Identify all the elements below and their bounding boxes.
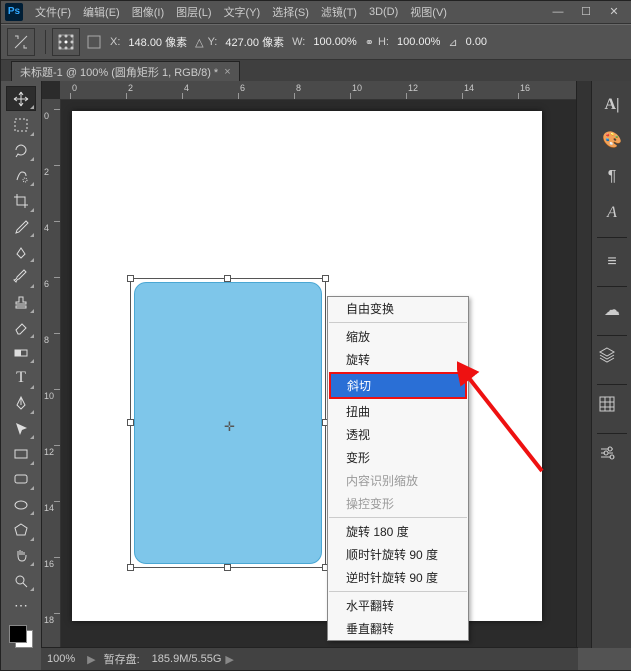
rounded-rect-tool-icon[interactable] — [7, 468, 35, 491]
document-tabs: 未标题-1 @ 100% (圆角矩形 1, RGB/8) * × — [1, 60, 631, 83]
eraser-tool-icon[interactable] — [7, 316, 35, 339]
menu-3d[interactable]: 3D(D) — [363, 4, 404, 20]
type-tool-icon[interactable]: T — [7, 366, 35, 389]
ruler-top[interactable]: 0246810121416 — [60, 81, 576, 100]
context-menu: 自由变换 缩放 旋转 斜切 扭曲 透视 变形 内容识别缩放 操控变形 旋转 18… — [327, 296, 469, 641]
ruler-left[interactable]: 024681012141618 — [42, 99, 61, 648]
bbox-handle[interactable] — [127, 275, 134, 282]
brush-tool-icon[interactable] — [7, 265, 35, 288]
right-panel: A| 🎨 ¶ A ≡ ☁ — [591, 81, 631, 648]
polygon-tool-icon[interactable] — [7, 518, 35, 541]
ctx-scale[interactable]: 缩放 — [328, 325, 468, 348]
lasso-tool-icon[interactable] — [7, 139, 35, 162]
canvas-area[interactable]: 0246810121416 024681012141618 ✛ 自由变换 缩放 … — [42, 81, 576, 648]
layers-panel-icon[interactable] — [598, 346, 626, 374]
menu-filter[interactable]: 滤镜(T) — [315, 2, 363, 22]
ps-logo: Ps — [5, 3, 23, 21]
bbox-center-icon: ✛ — [224, 419, 235, 435]
ctx-rotate[interactable]: 旋转 — [328, 348, 468, 371]
ctx-distort[interactable]: 扭曲 — [328, 400, 468, 423]
crop-tool-icon[interactable] — [7, 189, 35, 212]
ctx-skew[interactable]: 斜切 — [331, 374, 465, 397]
glyphs-panel-icon[interactable]: A — [598, 199, 626, 227]
document-tab-title: 未标题-1 @ 100% (圆角矩形 1, RGB/8) * — [20, 64, 218, 80]
rectangle-tool-icon[interactable] — [7, 442, 35, 465]
menu-select[interactable]: 选择(S) — [266, 2, 315, 22]
zoom-tool-icon[interactable] — [7, 569, 35, 592]
ctx-flip-v[interactable]: 垂直翻转 — [328, 617, 468, 640]
ellipse-tool-icon[interactable] — [7, 493, 35, 516]
gradient-tool-icon[interactable] — [7, 341, 35, 364]
hand-tool-icon[interactable] — [7, 544, 35, 567]
zoom-level[interactable]: 100% — [47, 653, 75, 665]
edit-toolbar-icon[interactable]: ⋯ — [7, 594, 35, 617]
anchor-grid-icon[interactable] — [52, 28, 80, 56]
x-value[interactable]: 148.00 像素 — [128, 34, 187, 50]
ctx-free-transform[interactable]: 自由变换 — [328, 297, 468, 320]
ctx-rotate-180[interactable]: 旋转 180 度 — [328, 520, 468, 543]
delta-icon[interactable]: △ — [195, 36, 203, 49]
y-label: Y: — [208, 36, 218, 48]
ctx-rotate-cw[interactable]: 顺时针旋转 90 度 — [328, 543, 468, 566]
transform-icon[interactable] — [7, 28, 35, 56]
healing-tool-icon[interactable] — [7, 240, 35, 263]
ctx-perspective[interactable]: 透视 — [328, 423, 468, 446]
pen-tool-icon[interactable] — [7, 392, 35, 415]
scratch-label: 暂存盘: — [104, 651, 140, 667]
ctx-puppet-warp: 操控变形 — [328, 492, 468, 515]
move-tool-icon[interactable] — [6, 86, 36, 111]
menu-file[interactable]: 文件(F) — [29, 2, 77, 22]
w-label: W: — [292, 36, 305, 48]
bbox-handle[interactable] — [322, 275, 329, 282]
menu-layer[interactable]: 图层(L) — [170, 2, 217, 22]
channels-panel-icon[interactable] — [598, 395, 626, 423]
transform-bbox[interactable]: ✛ — [130, 278, 326, 568]
adjustments-panel-icon[interactable]: ≡ — [598, 248, 626, 276]
angle-icon: ⊿ — [448, 36, 457, 49]
eyedropper-tool-icon[interactable] — [7, 215, 35, 238]
document-tab[interactable]: 未标题-1 @ 100% (圆角矩形 1, RGB/8) * × — [11, 61, 240, 82]
title-bar: Ps 文件(F) 编辑(E) 图像(I) 图层(L) 文字(Y) 选择(S) 滤… — [1, 1, 631, 24]
win-min[interactable]: — — [544, 2, 572, 22]
ctx-warp[interactable]: 变形 — [328, 446, 468, 469]
y-value[interactable]: 427.00 像素 — [225, 34, 284, 50]
h-value[interactable]: 100.00% — [397, 36, 440, 48]
status-bar: 100% ▶ 暂存盘: 185.9M/5.55G ▶ — [41, 647, 578, 670]
libraries-panel-icon[interactable]: ☁ — [598, 297, 626, 325]
menu-edit[interactable]: 编辑(E) — [77, 2, 126, 22]
ctx-flip-h[interactable]: 水平翻转 — [328, 594, 468, 617]
path-select-tool-icon[interactable] — [7, 417, 35, 440]
ctx-skew-highlight: 斜切 — [329, 372, 467, 399]
bbox-handle[interactable] — [224, 564, 231, 571]
ctx-rotate-ccw[interactable]: 逆时针旋转 90 度 — [328, 566, 468, 589]
ratio-unchecked-icon[interactable] — [84, 29, 104, 55]
x-label: X: — [110, 36, 120, 48]
menu-image[interactable]: 图像(I) — [126, 2, 170, 22]
angle-value[interactable]: 0.00 — [466, 36, 487, 48]
tab-close-icon[interactable]: × — [224, 66, 230, 78]
h-label: H: — [378, 36, 389, 48]
win-max[interactable]: ☐ — [572, 2, 600, 22]
paragraph-panel-icon[interactable]: ¶ — [598, 163, 626, 191]
properties-panel-icon[interactable] — [598, 444, 626, 472]
stamp-tool-icon[interactable] — [7, 291, 35, 314]
link-icon[interactable]: ⚭ — [365, 36, 374, 49]
marquee-tool-icon[interactable] — [7, 113, 35, 136]
tool-panel: T ⋯ — [1, 81, 42, 648]
quick-select-tool-icon[interactable] — [7, 164, 35, 187]
ctx-content-aware: 内容识别缩放 — [328, 469, 468, 492]
menu-type[interactable]: 文字(Y) — [218, 2, 267, 22]
options-bar: X: 148.00 像素 △ Y: 427.00 像素 W: 100.00% ⚭… — [1, 24, 631, 60]
swatches-panel-icon[interactable]: 🎨 — [598, 127, 626, 155]
character-panel-icon[interactable]: A| — [598, 91, 626, 119]
bbox-handle[interactable] — [127, 419, 134, 426]
win-close[interactable]: ✕ — [600, 2, 628, 22]
bbox-handle[interactable] — [127, 564, 134, 571]
w-value[interactable]: 100.00% — [313, 36, 356, 48]
right-scrollbar[interactable] — [576, 81, 591, 648]
menu-view[interactable]: 视图(V) — [404, 2, 453, 22]
bbox-handle[interactable] — [224, 275, 231, 282]
color-swatch[interactable] — [9, 625, 33, 648]
scratch-value: 185.9M/5.55G — [152, 653, 222, 665]
